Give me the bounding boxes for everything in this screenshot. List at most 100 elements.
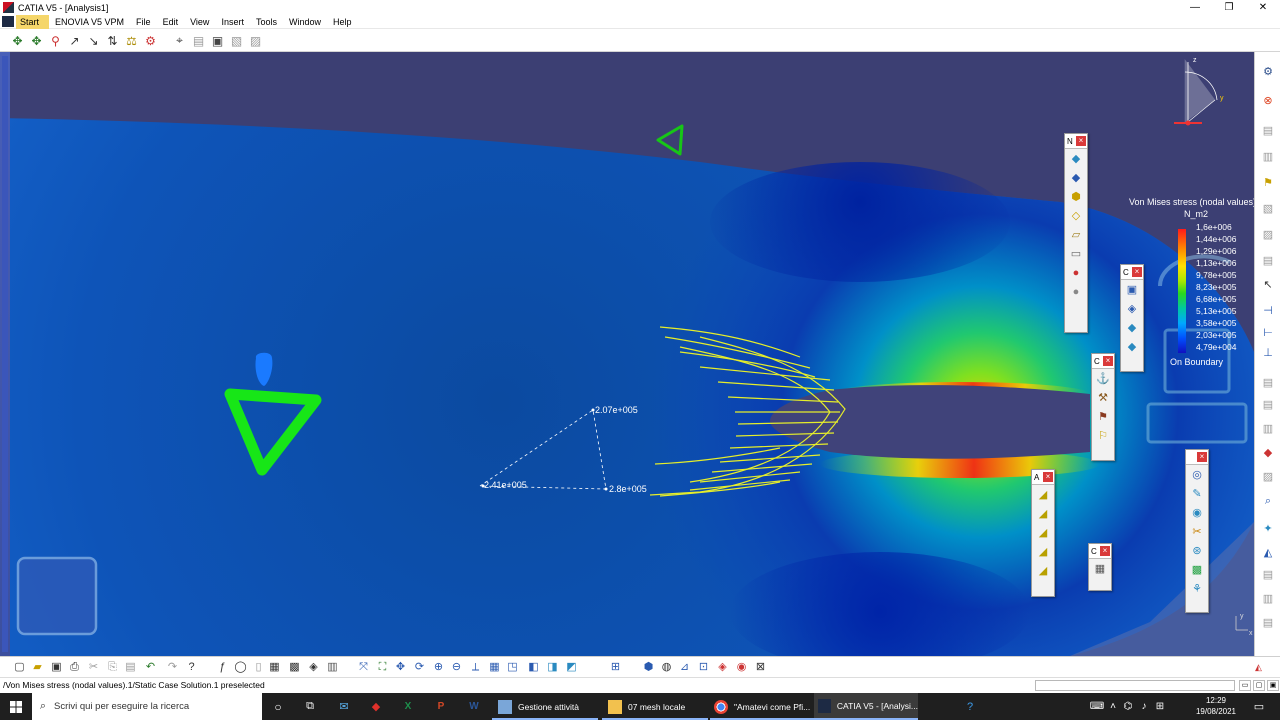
trace-icon[interactable]: ✦ — [1260, 522, 1276, 536]
volume-icon[interactable]: ♪ — [1136, 701, 1152, 712]
rotate-icon[interactable]: ⟳ — [411, 659, 428, 676]
normal-view-icon[interactable]: ⟂ — [467, 659, 484, 676]
mail-icon[interactable]: ✉ — [336, 693, 352, 720]
overview-thumbnail[interactable] — [16, 556, 98, 636]
command-input[interactable] — [1035, 680, 1235, 691]
sphere-icon[interactable]: ● — [1065, 282, 1087, 301]
line-force-icon[interactable]: ◢ — [1032, 561, 1054, 580]
von-mises-icon[interactable]: ✎ — [1186, 484, 1208, 503]
point-connection-icon[interactable]: ◈ — [1121, 299, 1143, 318]
menu-edit[interactable]: Edit — [157, 15, 185, 29]
move-icon[interactable]: ✥ — [27, 32, 46, 50]
color-icon[interactable]: ◈ — [714, 659, 731, 676]
zoom-out-icon[interactable]: ⊖ — [448, 659, 465, 676]
floating-toolbar-loads[interactable]: A × ◢ ◢ ◢ ◢ ◢ — [1031, 469, 1055, 597]
save-icon[interactable]: ▣ — [48, 659, 65, 676]
floating-toolbar-results[interactable]: × ◎ ✎ ◉ ✂ ⊛ ▩ ⚘ — [1185, 449, 1209, 613]
menu-view[interactable]: View — [184, 15, 215, 29]
floating-toolbar-connections[interactable]: C × ▣ ◈ ◆ ◆ — [1120, 264, 1144, 372]
hinge-icon[interactable]: ⊣ — [1260, 304, 1276, 318]
principal-stress-icon[interactable]: ✂ — [1186, 522, 1208, 541]
fit-all-icon[interactable]: ⛶ — [374, 659, 391, 676]
displacement-icon[interactable]: ◉ — [1186, 503, 1208, 522]
settings-icon[interactable]: ⚙ — [1260, 65, 1276, 79]
menu-tools[interactable]: Tools — [250, 15, 283, 29]
taskbar-app-catia[interactable]: CATIA V5 - [Analysi... — [814, 693, 918, 720]
formula-icon[interactable]: ƒ — [214, 659, 231, 676]
whats-this-icon[interactable]: ? — [183, 659, 200, 676]
cut-plane-icon[interactable]: ▨ — [246, 32, 265, 50]
zoom-search-icon[interactable]: ⌕ — [1260, 494, 1276, 508]
surface-connection-icon[interactable]: ◆ — [1121, 337, 1143, 356]
cut-plane-analysis-icon[interactable]: ⚘ — [1186, 579, 1208, 598]
isostatic-icon[interactable]: ⚑ — [1092, 407, 1114, 426]
smooth-icon[interactable]: ▥ — [1260, 422, 1276, 436]
fixed-icon[interactable]: ⊥ — [1260, 346, 1276, 360]
report-icon[interactable]: ▤ — [1260, 568, 1276, 582]
clamp-icon[interactable]: ⚓ — [1092, 369, 1114, 388]
menu-enovia[interactable]: ENOVIA V5 VPM — [49, 15, 130, 29]
precision-icon[interactable]: ⊛ — [1186, 541, 1208, 560]
multi-view-icon[interactable]: ▦ — [486, 659, 503, 676]
pin-icon[interactable]: ⊢ — [1260, 326, 1276, 340]
moment-icon[interactable]: ◢ — [1032, 523, 1054, 542]
floating-toolbar-restraints[interactable]: C × ⚓ ⚒ ⚑ ⚐ — [1091, 353, 1115, 461]
assembly-icon[interactable]: ⬢ — [640, 659, 657, 676]
notification-icon[interactable]: ▭ — [1250, 693, 1268, 720]
image-icon[interactable]: ▣ — [208, 32, 227, 50]
compute-grid-icon[interactable]: ▦ — [1089, 559, 1111, 578]
table-icon[interactable]: ▦ — [266, 659, 283, 676]
task-view-icon[interactable]: ⧉ — [302, 693, 318, 720]
sensor-probe-icon[interactable]: ◭ — [1260, 546, 1276, 560]
pan-icon[interactable]: ✥ — [8, 32, 27, 50]
new-icon[interactable]: ▢ — [11, 659, 28, 676]
cut-icon[interactable]: ✂ — [85, 659, 102, 676]
bearing-load-icon[interactable]: ◢ — [1032, 542, 1054, 561]
hide-show-icon[interactable]: ◨ — [544, 659, 561, 676]
knowledge-icon[interactable]: ◯ — [232, 659, 249, 676]
language-icon[interactable]: ⊞ — [1152, 701, 1168, 712]
compute-icon[interactable]: ⚙ — [141, 32, 160, 50]
force-icon[interactable]: ↘ — [84, 32, 103, 50]
hidden-icon[interactable]: ▧ — [1260, 202, 1276, 216]
measure-between-icon[interactable]: ◍ — [658, 659, 675, 676]
taskbar-app-explorer[interactable]: 07 mesh locale — [602, 693, 708, 720]
powerpoint-icon[interactable]: P — [433, 693, 449, 720]
print-icon[interactable]: ⎙ — [66, 659, 83, 676]
catalog-icon[interactable]: ⊞ — [607, 659, 624, 676]
menu-file[interactable]: File — [130, 15, 157, 29]
close-icon[interactable]: × — [1100, 546, 1110, 556]
menu-start[interactable]: Start — [16, 14, 50, 29]
rigid-icon[interactable]: ▤ — [1260, 398, 1276, 412]
close-icon[interactable]: × — [1076, 136, 1086, 146]
stop-icon[interactable]: ⊗ — [1260, 94, 1276, 108]
surface-slider-icon[interactable]: ⚒ — [1092, 388, 1114, 407]
fly-icon[interactable]: ⤧ — [355, 659, 372, 676]
restraint-icon[interactable]: ⚲ — [46, 32, 65, 50]
help-icon[interactable]: ? — [962, 693, 978, 720]
redo-icon[interactable]: ↷ — [164, 659, 181, 676]
generative-icon[interactable]: ▤ — [1260, 616, 1276, 630]
shell-property-icon[interactable]: ◇ — [1065, 206, 1087, 225]
beam-property-icon[interactable]: ▱ — [1065, 225, 1087, 244]
image-layout-icon[interactable]: ▩ — [1186, 560, 1208, 579]
close-icon[interactable]: ⊠ — [752, 659, 769, 676]
taskbar-clock[interactable]: 12:29 19/08/2021 — [1194, 695, 1238, 717]
close-button[interactable]: ✕ — [1246, 0, 1280, 15]
close-icon[interactable]: × — [1043, 472, 1053, 482]
paste-icon[interactable]: ▤ — [122, 659, 139, 676]
inertia-icon[interactable]: ⊡ — [695, 659, 712, 676]
solid-property-icon[interactable]: ⬢ — [1065, 187, 1087, 206]
menu-window[interactable]: Window — [283, 15, 327, 29]
animate-icon[interactable]: ▧ — [227, 32, 246, 50]
material-icon[interactable]: ▭ — [1065, 244, 1087, 263]
taskbar-search-box[interactable]: ⌕ Scrivi qui per eseguire la ricerca — [32, 693, 262, 720]
floating-toolbar-model[interactable]: N × ◆ ◆ ⬢ ◇ ▱ ▭ ● ● — [1064, 133, 1088, 333]
close-icon[interactable]: × — [1132, 267, 1142, 277]
copy-icon[interactable]: ⎘ — [104, 659, 121, 676]
annotation-icon[interactable]: ⚑ — [1260, 176, 1276, 190]
spring-icon[interactable]: ▤ — [1260, 376, 1276, 390]
word-icon[interactable]: W — [466, 693, 482, 720]
sketch-icon[interactable]: ▩ — [286, 659, 303, 676]
mesh-icon[interactable]: ⇅ — [103, 32, 122, 50]
